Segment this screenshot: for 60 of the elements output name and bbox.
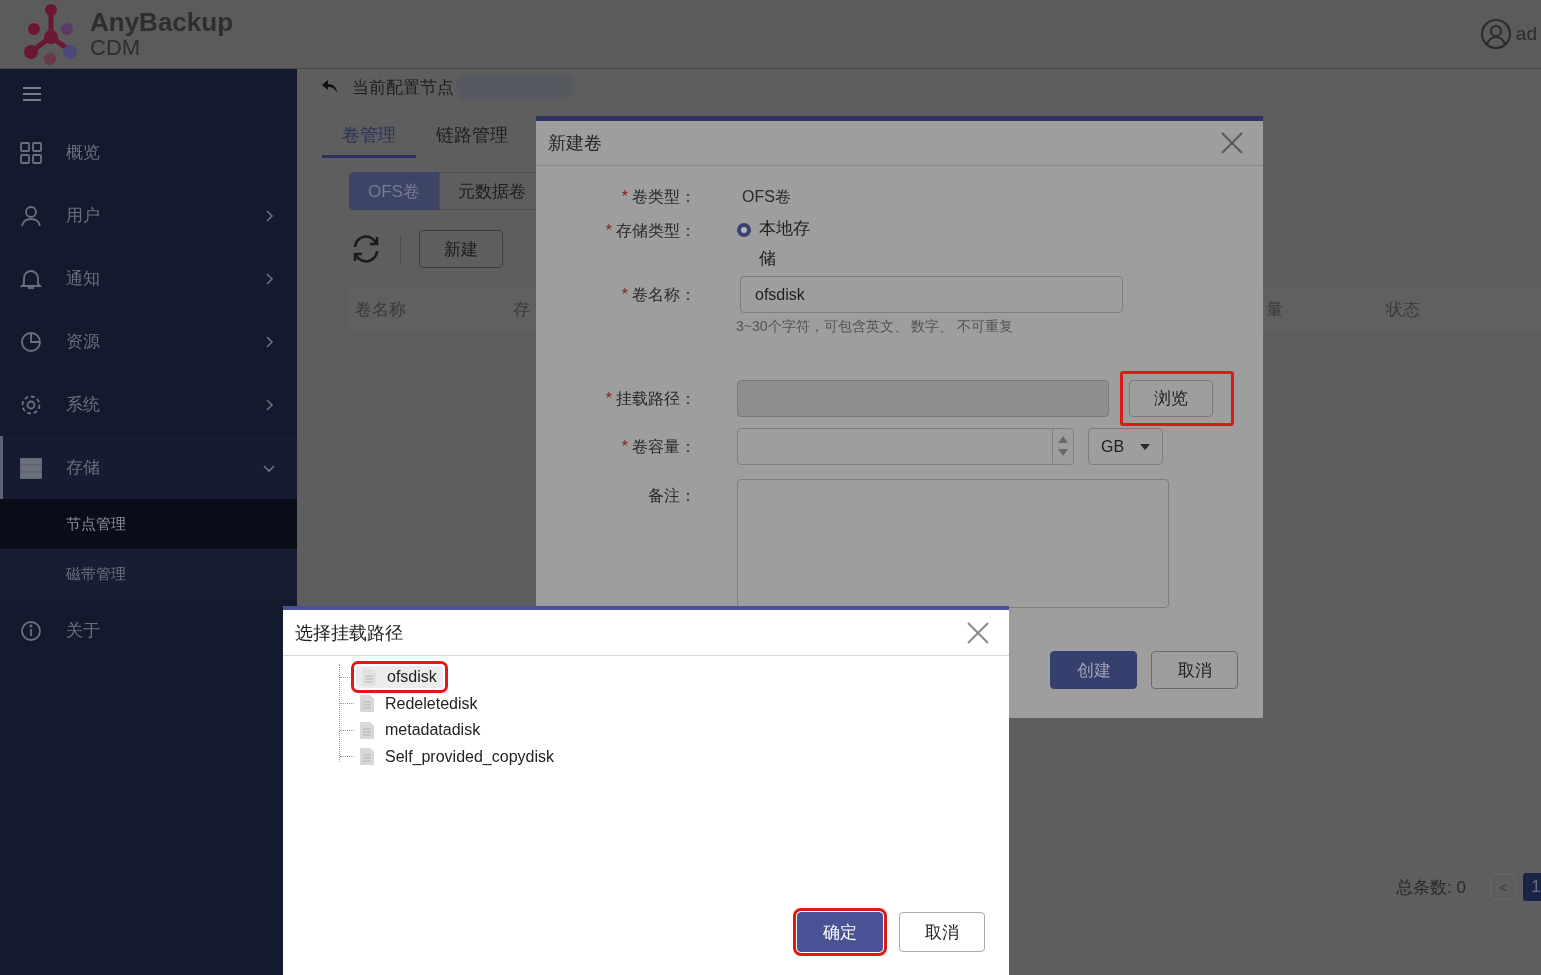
field-value: OFS卷 bbox=[742, 186, 791, 207]
tree-item[interactable]: Self_provided_copydisk bbox=[354, 745, 560, 768]
user-icon[interactable] bbox=[1479, 18, 1512, 50]
storage-icon bbox=[20, 456, 42, 479]
field-label: 挂载路径： bbox=[616, 389, 696, 409]
required-mark: * bbox=[621, 285, 628, 305]
cancel-button[interactable]: 取消 bbox=[1151, 651, 1238, 689]
chevron-icon bbox=[263, 335, 275, 348]
capacity-field[interactable] bbox=[737, 428, 1074, 465]
sidebar-item[interactable]: 通知 bbox=[0, 247, 297, 310]
file-icon bbox=[360, 695, 374, 713]
new-button[interactable]: 新建 bbox=[419, 230, 503, 268]
back-arrow-icon[interactable] bbox=[322, 80, 338, 94]
file-icon bbox=[360, 748, 374, 766]
sidebar-subitem[interactable]: 节点管理 bbox=[0, 499, 297, 549]
radio-button[interactable] bbox=[737, 223, 751, 237]
field-label: 备注： bbox=[648, 486, 696, 506]
gear-icon bbox=[20, 393, 42, 416]
create-button[interactable]: 创建 bbox=[1050, 651, 1137, 689]
unit-dropdown[interactable]: GB bbox=[1088, 428, 1163, 465]
dialog-title: 选择挂载路径 bbox=[295, 621, 403, 645]
close-icon[interactable] bbox=[967, 621, 989, 644]
volume-type-toggle[interactable]: OFS卷 bbox=[349, 172, 439, 210]
field-label: 卷容量： bbox=[632, 437, 696, 457]
chevron-icon bbox=[263, 209, 275, 222]
caret-icon bbox=[1140, 443, 1151, 450]
sidebar-item[interactable]: 资源 bbox=[0, 310, 297, 373]
file-icon bbox=[360, 721, 374, 739]
menu-icon[interactable] bbox=[23, 87, 41, 101]
page-button[interactable]: 1 bbox=[1523, 873, 1541, 901]
tab[interactable]: 链路管理 bbox=[416, 115, 528, 158]
remarks-field[interactable] bbox=[737, 479, 1169, 608]
required-mark: * bbox=[605, 221, 612, 241]
sidebar-item[interactable]: 用户 bbox=[0, 184, 297, 247]
field-label: 卷名称： bbox=[632, 285, 696, 305]
close-icon[interactable] bbox=[1221, 132, 1243, 154]
bell-icon bbox=[20, 267, 42, 290]
breadcrumb-title: 当前配置节点 bbox=[352, 76, 454, 99]
sidebar-subitem[interactable]: 磁带管理 bbox=[0, 549, 297, 599]
dialog-title: 新建卷 bbox=[548, 132, 602, 155]
tree-item[interactable]: Redeletedisk bbox=[354, 692, 484, 715]
field-hint: 3~30个字符，可包含英文、 数字、 不可重复 bbox=[736, 318, 1015, 336]
volume-name-field[interactable]: ofsdisk bbox=[740, 276, 1123, 313]
user-icon bbox=[20, 204, 42, 227]
sidebar-item[interactable]: 概览 bbox=[0, 121, 297, 184]
tree-item[interactable]: metadatadisk bbox=[354, 719, 487, 742]
grid-icon bbox=[20, 141, 42, 164]
chevron-icon bbox=[263, 272, 275, 285]
chevron-icon bbox=[263, 398, 275, 411]
required-mark: * bbox=[605, 389, 612, 409]
radio-label[interactable]: 本地存储 bbox=[759, 214, 817, 274]
file-icon bbox=[362, 668, 376, 686]
required-mark: * bbox=[621, 437, 628, 457]
sidebar-item[interactable]: 系统 bbox=[0, 373, 297, 436]
cancel-button[interactable]: 取消 bbox=[899, 912, 985, 952]
required-mark: * bbox=[621, 187, 628, 207]
field-label: 存储类型： bbox=[616, 221, 696, 241]
pie-chart-icon bbox=[20, 330, 42, 353]
info-icon bbox=[20, 619, 42, 642]
field-label: 卷类型： bbox=[632, 187, 696, 207]
